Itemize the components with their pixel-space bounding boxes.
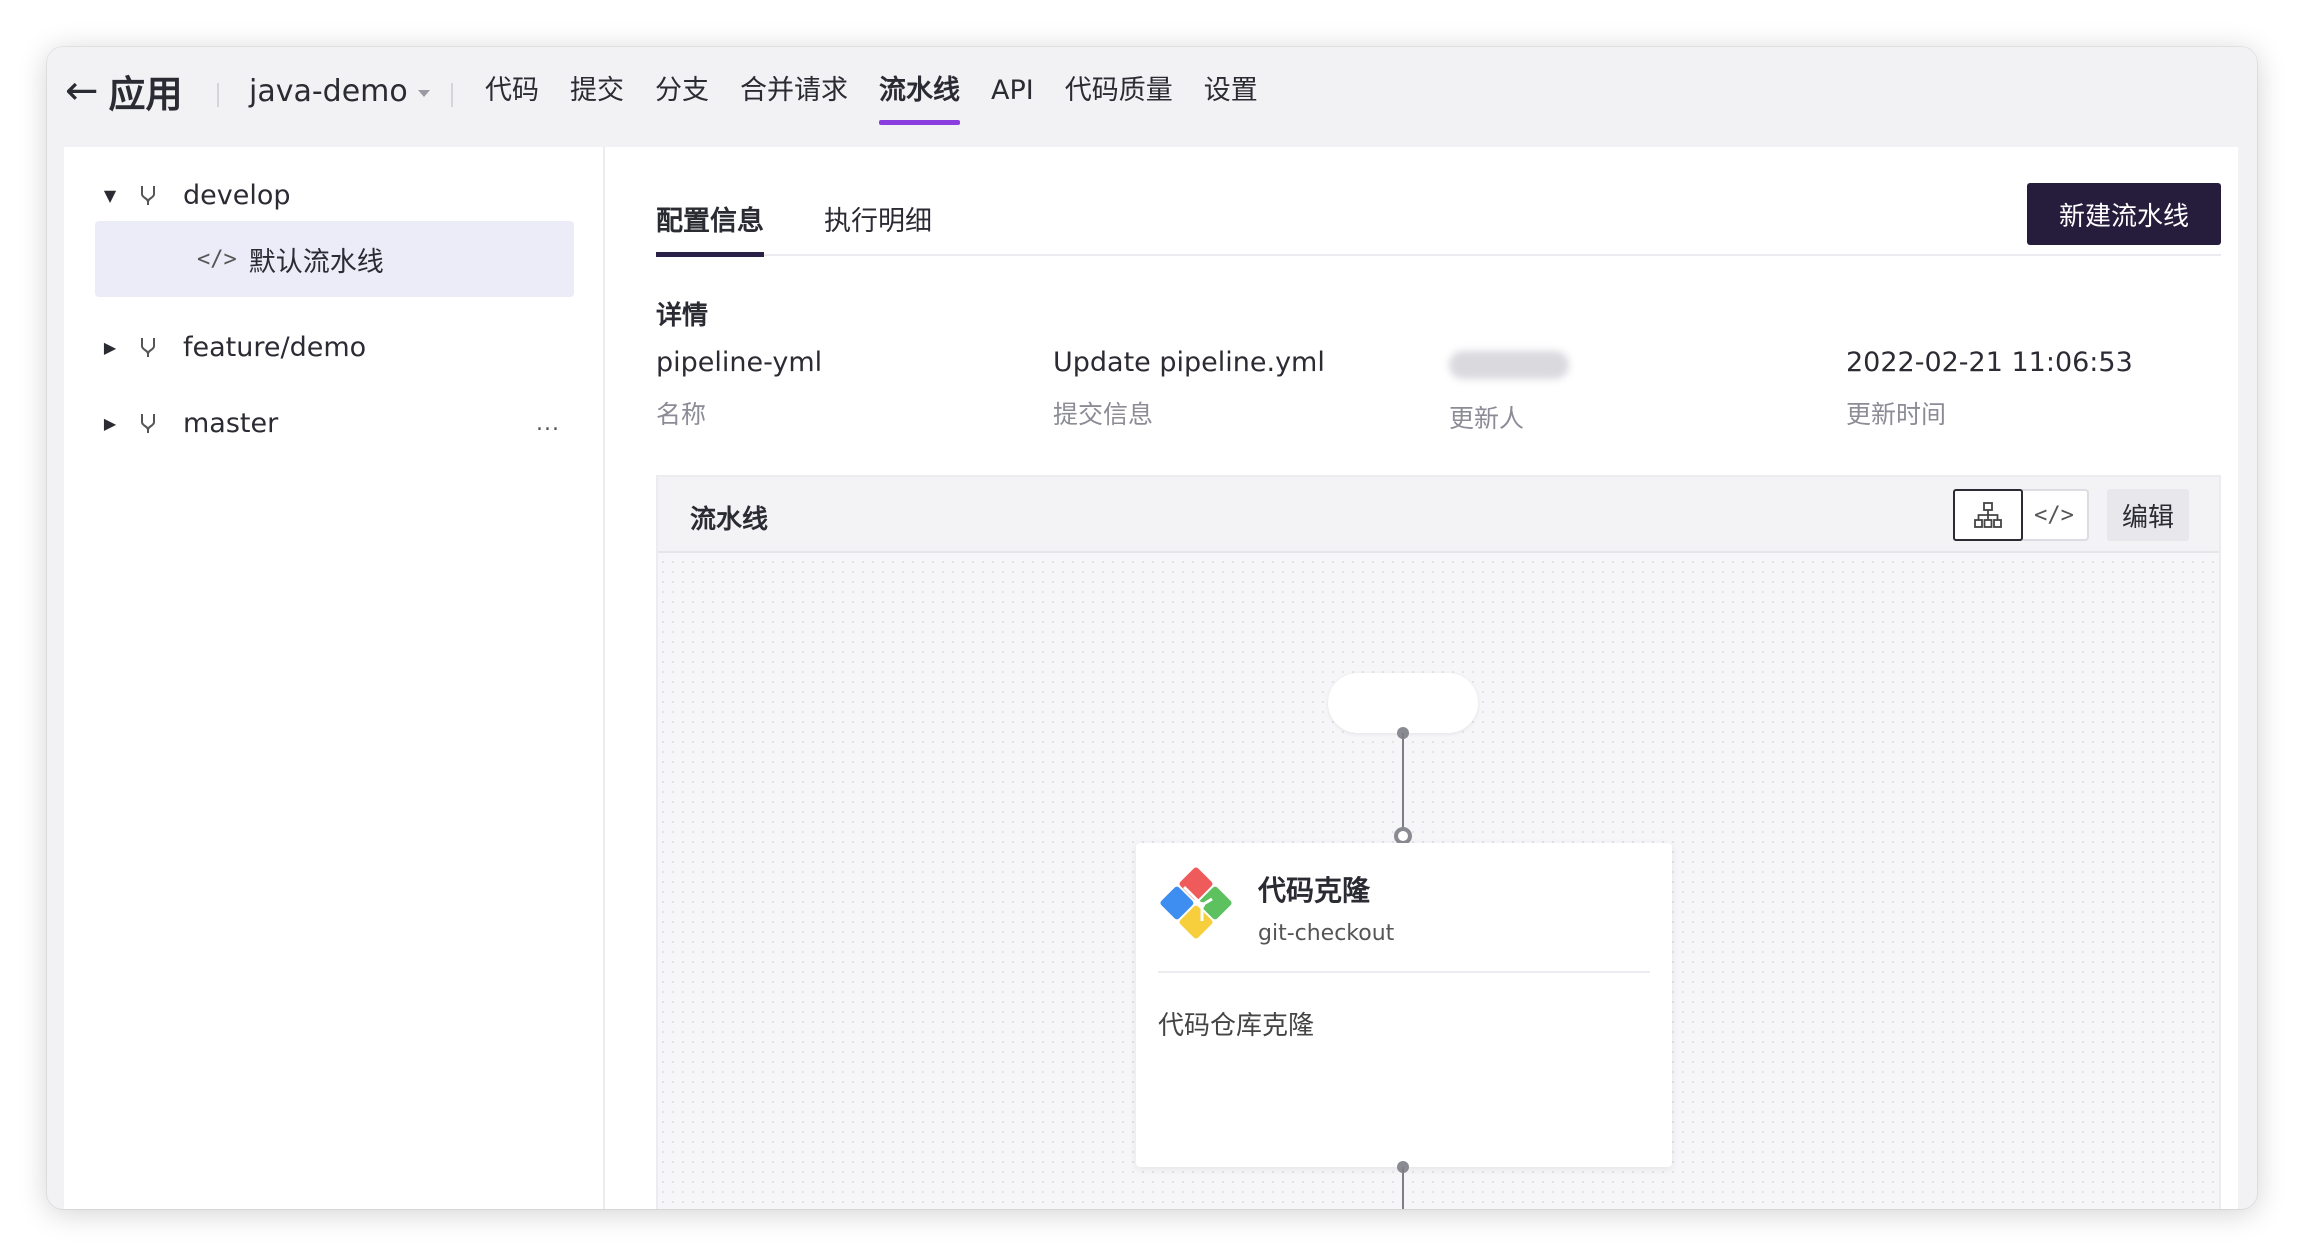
nav-code-quality[interactable]: 代码质量 (1065, 67, 1173, 119)
detail-time-value: 2022-02-21 11:06:53 (1846, 347, 2133, 378)
nav-merge-requests[interactable]: 合并请求 (740, 67, 848, 119)
detail-updater-key: 更新人 (1449, 404, 1525, 433)
tab-config-info[interactable]: 配置信息 (656, 199, 764, 257)
pipeline-title: 流水线 (690, 505, 769, 535)
branch-label: develop (183, 179, 291, 211)
top-navigation: ← 应用 java-demo 代码 提交 分支 合并请求 流水线 API 代码质… (47, 47, 2257, 147)
back-label: 应用 (108, 73, 183, 116)
nav-branches[interactable]: 分支 (655, 67, 709, 119)
expanded-caret-icon: ▼ (103, 185, 117, 205)
back-button[interactable]: ← 应用 (65, 67, 183, 116)
nav-api[interactable]: API (991, 67, 1034, 119)
divider (451, 83, 453, 107)
branch-icon (125, 184, 171, 206)
branch-tree: ▼ develop </> 默认流水线 ▶ feature/demo ▶ mas… (64, 147, 605, 1209)
app-window: ← 应用 java-demo 代码 提交 分支 合并请求 流水线 API 代码质… (47, 47, 2257, 1209)
blurred-username (1449, 351, 1569, 379)
main-nav: 代码 提交 分支 合并请求 流水线 API 代码质量 设置 (485, 67, 1258, 125)
detail-commit-value: Update pipeline.yml (1053, 347, 1325, 378)
start-node[interactable] (1328, 673, 1478, 733)
task-description: 代码仓库克隆 (1158, 1011, 1315, 1041)
branch-label: master (183, 407, 279, 439)
nav-settings[interactable]: 设置 (1204, 67, 1258, 119)
caret-down-icon (417, 89, 430, 97)
git-checkout-logo-icon (1160, 867, 1232, 939)
task-card-git-checkout[interactable]: 代码克隆 git-checkout 代码仓库克隆 (1136, 843, 1672, 1167)
connector-line (1402, 1167, 1404, 1209)
detail-updater: 更新人 (1449, 347, 1569, 435)
detail-name-key: 名称 (656, 400, 707, 429)
pipeline-canvas: 流水线 </> 编辑 代码克隆 git-checkout 代码仓库克隆 (656, 475, 2221, 1209)
sitemap-icon (1974, 502, 2002, 528)
code-view-button[interactable]: </> (2021, 491, 2087, 539)
detail-commit-key: 提交信息 (1053, 400, 1154, 429)
detail-time: 2022-02-21 11:06:53 更新时间 (1846, 347, 2133, 431)
detail-commit: Update pipeline.yml 提交信息 (1053, 347, 1325, 431)
code-icon: </> (2034, 502, 2074, 528)
nav-code[interactable]: 代码 (485, 67, 539, 119)
tree-branch-feature-demo[interactable]: ▶ feature/demo (95, 309, 574, 385)
pipeline-header: 流水线 </> 编辑 (658, 477, 2219, 553)
branch-icon (125, 412, 171, 434)
graph-view-button[interactable] (1953, 489, 2023, 541)
branch-label: feature/demo (183, 331, 367, 363)
collapsed-caret-icon: ▶ (103, 413, 117, 433)
edit-button[interactable]: 编辑 (2107, 489, 2189, 541)
divider (217, 83, 219, 107)
new-pipeline-button[interactable]: 新建流水线 (2027, 183, 2221, 245)
content-area: 配置信息 执行明细 新建流水线 详情 pipeline-yml 名称 Updat… (656, 147, 2221, 1209)
detail-time-key: 更新时间 (1846, 400, 1947, 429)
app-name: java-demo (249, 73, 408, 109)
tree-branch-master[interactable]: ▶ master ... (95, 385, 574, 461)
tab-execution-details[interactable]: 执行明细 (824, 199, 932, 256)
more-options-icon[interactable]: ... (536, 411, 560, 436)
nav-pipelines[interactable]: 流水线 (879, 67, 960, 125)
view-toggle: </> (1953, 489, 2089, 541)
back-arrow-icon: ← (65, 68, 99, 114)
detail-name-value: pipeline-yml (656, 347, 823, 378)
app-selector[interactable]: java-demo (249, 67, 430, 115)
tab-bar: 配置信息 执行明细 新建流水线 (656, 147, 2221, 257)
details-title: 详情 (656, 301, 709, 331)
main-panel: ▼ develop </> 默认流水线 ▶ feature/demo ▶ mas… (64, 147, 2238, 1209)
branch-icon (125, 336, 171, 358)
detail-name: pipeline-yml 名称 (656, 347, 822, 431)
task-name: 代码克隆 (1258, 874, 1371, 907)
nav-commits[interactable]: 提交 (570, 67, 624, 119)
task-id: git-checkout (1258, 921, 1395, 946)
divider (1158, 971, 1650, 973)
connector-line (1402, 733, 1404, 833)
collapsed-caret-icon: ▶ (103, 337, 117, 357)
